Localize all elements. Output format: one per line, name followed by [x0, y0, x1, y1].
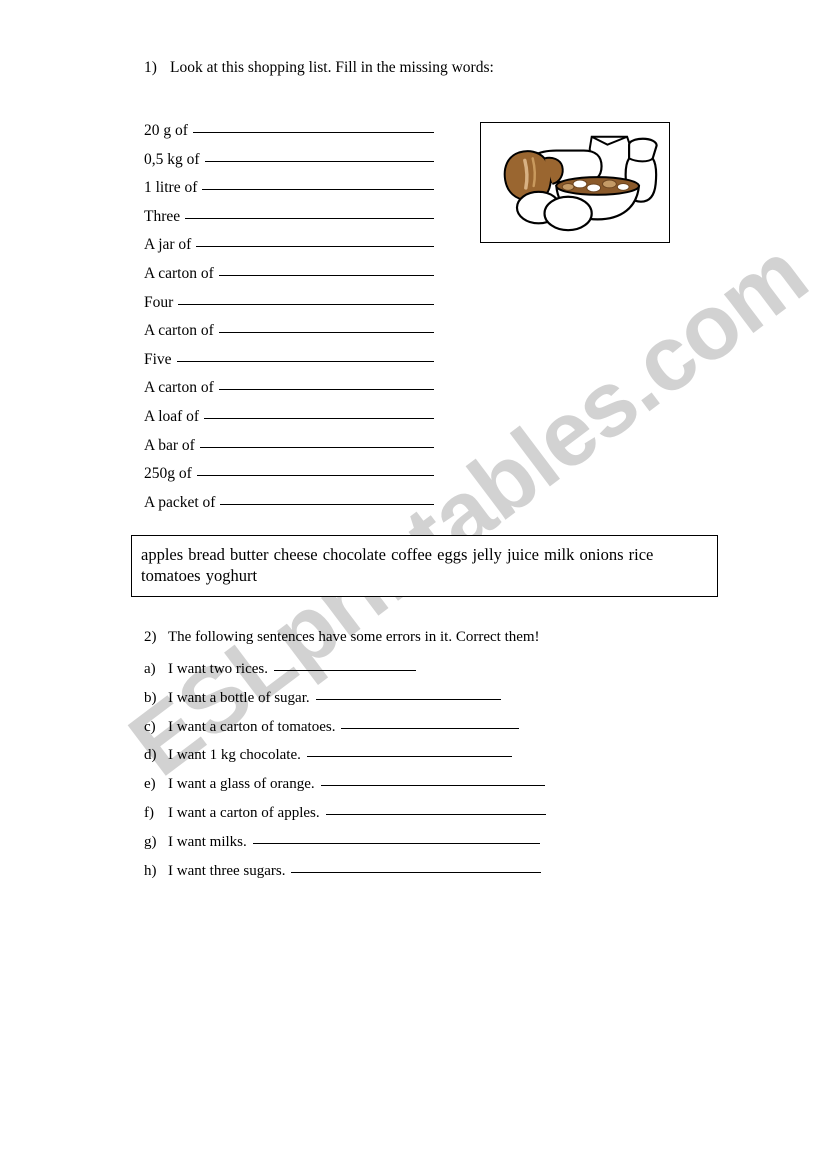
exercise-2-item-marker: f) [144, 804, 154, 821]
shopping-list-row: A carton of [144, 377, 434, 406]
shopping-list-row: A packet of [144, 492, 434, 521]
exercise-2-answer-blank[interactable] [273, 656, 416, 671]
exercise-2-item-marker: b) [144, 689, 157, 706]
exercise-2-answer-blank[interactable] [291, 858, 542, 873]
shopping-list-row: Five [144, 349, 434, 378]
shopping-list-label: 0,5 kg of [144, 150, 200, 168]
shopping-list-row: 1 litre of [144, 177, 434, 206]
exercise-2-answer-blank[interactable] [252, 829, 540, 844]
shopping-list-answer-blank[interactable] [220, 490, 434, 505]
exercise-2-item-marker: d) [144, 747, 157, 764]
exercise-2-sentence-text: I want a carton of apples. [168, 804, 320, 821]
shopping-list-row: 250g of [144, 463, 434, 492]
breakfast-foods-clipart [480, 122, 670, 243]
shopping-list-answer-blank[interactable] [204, 147, 434, 162]
shopping-list-label: A carton of [144, 264, 214, 282]
shopping-list-answer-blank[interactable] [218, 318, 434, 334]
exercise-2-answer-blank[interactable] [320, 771, 545, 787]
exercise-2-item-marker: c) [144, 718, 156, 735]
exercise-2-sentence-row: f) I want a carton of apples. [144, 802, 664, 831]
exercise-2-answer-blank[interactable] [325, 800, 546, 815]
shopping-list-row: A loaf of [144, 406, 434, 435]
exercise-2-sentence-text: I want a bottle of sugar. [168, 689, 310, 706]
shopping-list-row: Three [144, 206, 434, 235]
exercise-2-number: 2) [144, 629, 157, 645]
shopping-list-row: A bar of [144, 435, 434, 464]
exercise-2-sentence-text: I want a carton of tomatoes. [168, 718, 336, 735]
exercise-2-sentence-row: h) I want three sugars. [144, 860, 664, 889]
shopping-list: 20 g of 0,5 kg of 1 litre of Three A jar of A… [144, 120, 434, 520]
exercise-2-answer-blank[interactable] [306, 742, 512, 758]
exercise-1-number: 1) [144, 59, 157, 76]
exercise-2-sentence-text: I want three sugars. [168, 862, 286, 879]
exercise-2-sentence-row: b) I want a bottle of sugar. [144, 687, 664, 716]
exercise-2-item-marker: h) [144, 862, 157, 879]
shopping-list-answer-blank[interactable] [199, 433, 434, 448]
shopping-list-label: Three [144, 207, 181, 225]
exercise-1-heading: 1) Look at this shopping list. Fill in th… [144, 59, 494, 77]
exercise-2-sentence-row: d) I want 1 kg chocolate. [144, 744, 664, 773]
exercise-2-sentence-text: I want two rices. [168, 661, 268, 677]
shopping-list-label: 250g of [144, 465, 192, 483]
shopping-list-label: Five [144, 350, 172, 368]
exercise-2-heading: 2) The following sentences have some erro… [144, 629, 540, 646]
exercise-2-item-marker: a) [144, 661, 156, 677]
shopping-list-label: A packet of [144, 493, 216, 511]
exercise-2-sentence-row: e) I want a glass of orange. [144, 773, 664, 802]
shopping-list-answer-blank[interactable] [196, 232, 434, 248]
exercise-2-answer-blank[interactable] [315, 685, 501, 700]
shopping-list-answer-blank[interactable] [218, 375, 434, 391]
shopping-list-answer-blank[interactable] [185, 204, 434, 219]
shopping-list-row: A jar of [144, 234, 434, 263]
exercise-2-sentence-row: a) I want two rices. [144, 658, 664, 687]
worksheet-page: ESLprintables.com 1) Look at this shoppin… [0, 0, 821, 1169]
shopping-list-row: 20 g of [144, 120, 434, 149]
shopping-list-answer-blank[interactable] [196, 461, 434, 477]
shopping-list-label: A carton of [144, 379, 214, 397]
shopping-list-row: A carton of [144, 263, 434, 292]
exercise-2-sentence-list: a) I want two rices. b) I want a bottle of … [144, 658, 664, 888]
shopping-list-row: Four [144, 292, 434, 321]
exercise-2-sentence-text: I want a glass of orange. [168, 776, 315, 793]
shopping-list-answer-blank[interactable] [202, 175, 434, 191]
exercise-2-sentence-row: c) I want a carton of tomatoes. [144, 716, 664, 745]
exercise-2-item-marker: e) [144, 776, 156, 793]
exercise-2-sentence-row: g) I want milks. [144, 831, 664, 860]
shopping-list-label: Four [144, 293, 174, 311]
exercise-2-item-marker: g) [144, 833, 157, 850]
shopping-list-row: A carton of [144, 320, 434, 349]
shopping-list-answer-blank[interactable] [192, 118, 434, 133]
exercise-2-instruction: The following sentences have some errors… [168, 629, 540, 645]
shopping-list-label: A jar of [144, 236, 192, 254]
exercise-1-instruction: Look at this shopping list. Fill in the … [170, 59, 494, 76]
shopping-list-answer-blank[interactable] [218, 261, 434, 276]
exercise-2-sentence-text: I want milks. [168, 833, 247, 850]
shopping-list-answer-blank[interactable] [176, 347, 434, 362]
shopping-list-answer-blank[interactable] [178, 290, 434, 305]
shopping-list-label: 1 litre of [144, 179, 198, 197]
word-bank-box: apples bread butter cheese chocolate cof… [131, 535, 718, 597]
word-bank-words: apples bread butter cheese chocolate cof… [141, 545, 654, 585]
shopping-list-answer-blank[interactable] [204, 404, 434, 419]
shopping-list-label: A loaf of [144, 407, 200, 425]
shopping-list-row: 0,5 kg of [144, 149, 434, 178]
exercise-2-answer-blank[interactable] [341, 714, 520, 729]
worksheet-content: 1) Look at this shopping list. Fill in th… [0, 0, 821, 1169]
shopping-list-label: A carton of [144, 322, 214, 340]
shopping-list-label: A bar of [144, 436, 195, 454]
exercise-2-sentence-text: I want 1 kg chocolate. [168, 747, 301, 764]
shopping-list-label: 20 g of [144, 122, 188, 139]
